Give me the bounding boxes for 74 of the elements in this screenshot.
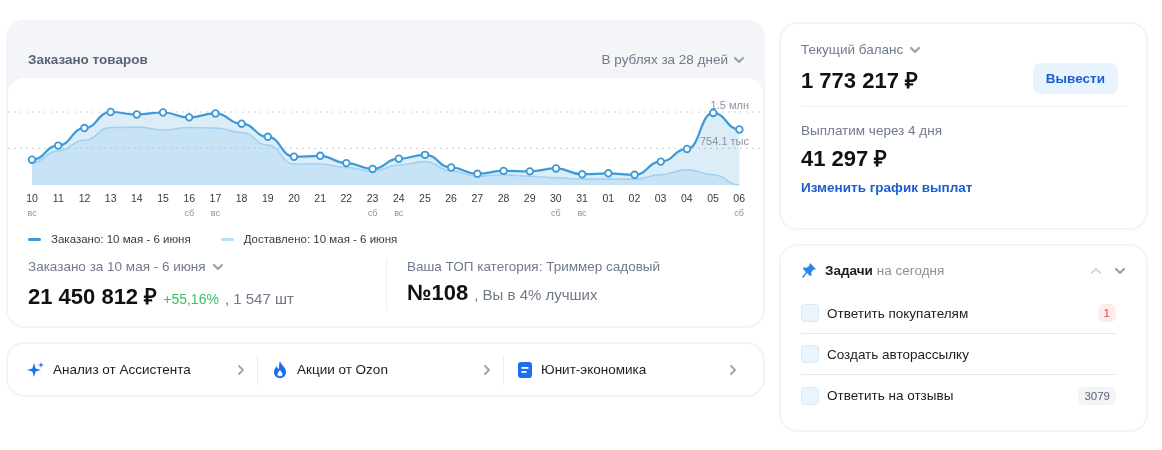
collapse-up-button[interactable] bbox=[1090, 265, 1102, 276]
axis-label: 04 bbox=[680, 191, 693, 205]
axis-label: 21 bbox=[314, 191, 326, 205]
chevron-up-icon bbox=[1090, 265, 1102, 276]
axis-label: 15 bbox=[157, 191, 169, 205]
axis-label: 29 bbox=[523, 191, 536, 205]
flame-icon bbox=[272, 361, 288, 378]
axis-label: 14 bbox=[131, 191, 143, 205]
chevron-down-icon bbox=[1114, 265, 1126, 276]
link-item[interactable]: Анализ от Ассистента bbox=[26, 354, 258, 385]
axis-label: 02 bbox=[628, 191, 641, 205]
chevron-down-icon bbox=[211, 261, 224, 272]
balance-amount: 1 773 217 ₽ bbox=[801, 66, 918, 94]
pushpin-icon bbox=[801, 262, 817, 279]
chevron-down-icon bbox=[909, 44, 922, 55]
axis-label: 31 вс bbox=[576, 191, 588, 218]
item-count: , 1 547 шт bbox=[224, 290, 294, 307]
axis-label: 28 bbox=[497, 191, 510, 205]
count-badge: 3079 bbox=[1078, 386, 1116, 405]
chevron-right-icon bbox=[483, 364, 491, 375]
card-title: Заказано товаров bbox=[28, 52, 148, 67]
axis-label: 11 bbox=[52, 191, 64, 205]
axis-label: 22 bbox=[340, 191, 353, 205]
axis-label: 18 bbox=[235, 191, 248, 205]
legend-label: Доставлено: 10 мая - 6 июня bbox=[243, 233, 398, 245]
tasks-subtitle: на сегодня bbox=[876, 263, 945, 278]
chevron-down-icon bbox=[733, 54, 745, 65]
axis-label: 27 bbox=[471, 191, 484, 205]
rank-note: , Вы в 4% лучших bbox=[474, 286, 598, 303]
axis-label: 03 bbox=[654, 191, 667, 205]
link-item[interactable]: Акции от Ozon bbox=[272, 354, 504, 385]
payout-label: Выплатим через 4 дня bbox=[801, 123, 942, 138]
task-label: Создать авторассылку bbox=[827, 346, 970, 362]
count-badge: 1 bbox=[1097, 304, 1116, 322]
axis-label: 13 bbox=[104, 191, 117, 205]
axis-label: 24 вс bbox=[392, 191, 405, 218]
axis-label: 23 сб bbox=[366, 191, 379, 218]
task-label: Ответить покупателям bbox=[827, 305, 970, 321]
chevron-right-icon bbox=[729, 364, 737, 375]
payout-amount: 41 297 ₽ bbox=[801, 145, 889, 172]
axis-label: 05 bbox=[707, 191, 719, 205]
task-checkbox[interactable] bbox=[801, 345, 819, 363]
growth-percent: +55,16% bbox=[163, 291, 219, 307]
ordered-amount: 21 450 812 ₽ bbox=[28, 283, 158, 310]
axis-label: 06 сб bbox=[733, 191, 745, 218]
chevron-right-icon bbox=[237, 364, 245, 375]
task-checkbox[interactable] bbox=[801, 386, 819, 405]
gridline-label: 754.1 тыс bbox=[699, 135, 749, 148]
axis-label: 16 сб bbox=[183, 191, 196, 218]
document-icon bbox=[518, 361, 532, 378]
axis-label: 10 вс bbox=[26, 191, 38, 218]
sparkle-icon bbox=[26, 361, 44, 378]
axis-label: 26 bbox=[445, 191, 457, 205]
period-dropdown[interactable]: Заказано за 10 мая - 6 июня bbox=[28, 259, 224, 274]
tasks-title: Задачи bbox=[825, 263, 873, 278]
axis-label: 20 bbox=[288, 191, 300, 205]
task-label: Ответить на отзывы bbox=[827, 388, 955, 403]
legend-label: Заказано: 10 мая - 6 июня bbox=[51, 233, 191, 245]
gridline-label: 1.5 млн bbox=[710, 99, 749, 111]
axis-label: 30 сб bbox=[550, 191, 562, 218]
task-checkbox[interactable] bbox=[801, 304, 819, 322]
withdraw-button[interactable]: Вывести bbox=[1032, 63, 1118, 94]
balance-dropdown[interactable]: Текущий баланс bbox=[801, 42, 922, 57]
axis-label: 25 bbox=[419, 191, 431, 205]
axis-label: 01 bbox=[602, 191, 615, 205]
schedule-link[interactable]: Изменить график выплат bbox=[801, 180, 973, 195]
link-item[interactable]: Юнит-экономика bbox=[518, 354, 749, 385]
category-rank: №108 bbox=[407, 280, 469, 306]
expand-down-button[interactable] bbox=[1114, 265, 1126, 276]
axis-label: 12 bbox=[78, 191, 91, 205]
category-label: Ваша ТОП категория: Триммер садовый bbox=[407, 259, 661, 274]
period-dropdown[interactable]: В рублях за 28 дней bbox=[601, 52, 745, 67]
axis-label: 17 вс bbox=[209, 191, 222, 218]
axis-label: 19 bbox=[261, 191, 274, 205]
